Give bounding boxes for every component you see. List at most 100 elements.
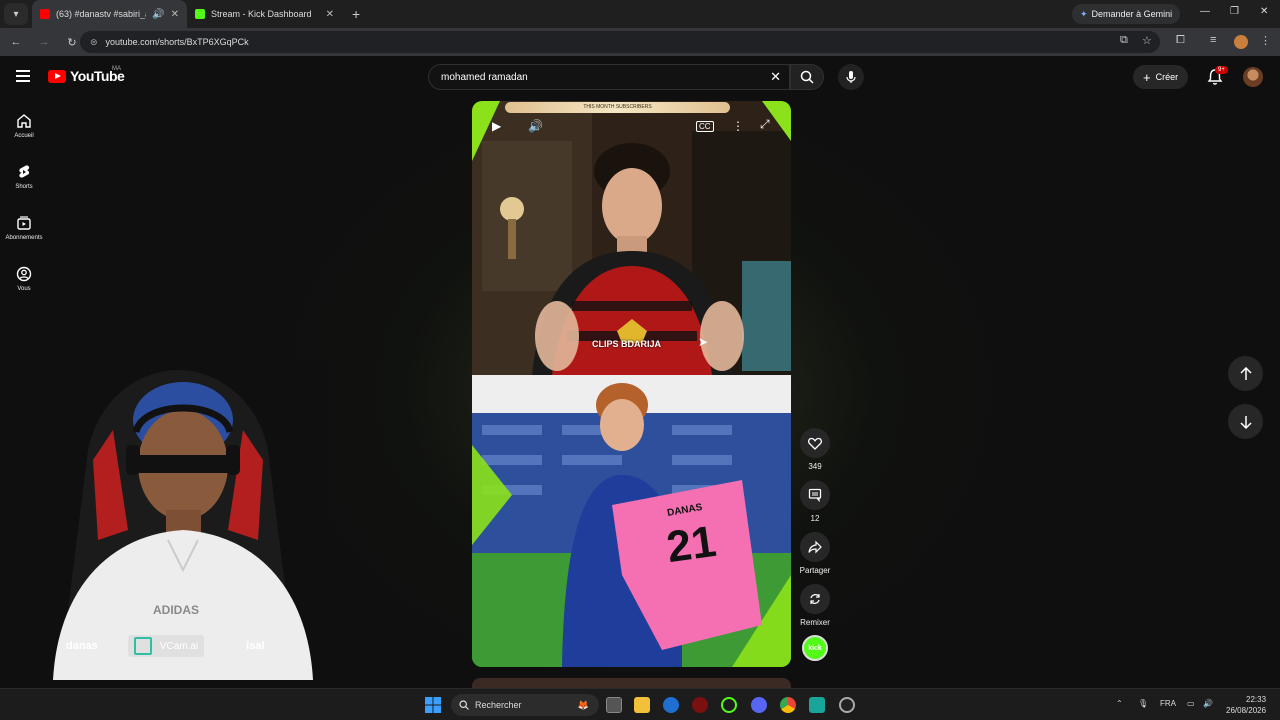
new-tab-icon[interactable]: + [352,6,360,22]
extensions-icon[interactable]: ⧠ [1176,34,1185,47]
back-icon[interactable]: ← [4,36,28,48]
windows-start-icon[interactable] [425,697,441,713]
system-clock[interactable]: 22:33 26/08/2026 [1226,694,1266,716]
account-avatar[interactable] [1243,67,1263,87]
tray-mic-icon[interactable]: 🎙 [1138,699,1148,708]
create-button[interactable]: + Créer [1133,65,1189,89]
bookmark-star-icon[interactable]: ☆ [1142,34,1152,47]
share-label: Partager [799,566,831,575]
volume-icon[interactable]: 🔊 [528,119,543,133]
notification-count-badge: 9+ [1215,66,1228,74]
guide-menu-icon[interactable] [16,70,30,85]
plus-icon: + [1143,69,1151,85]
profile-avatar-icon[interactable] [1234,35,1248,49]
arrow-down-icon [1239,415,1252,429]
previous-short-button[interactable] [1228,356,1263,391]
network-icon[interactable]: ▭ [1187,699,1195,708]
close-tab-icon[interactable]: ✕ [171,9,179,20]
taskbar-search[interactable]: Rechercher 🦊 [451,694,599,716]
sidebar-item-you[interactable]: Vous [0,253,48,304]
mini-guide: Accueil Shorts Abonnements Vous [0,100,48,304]
channel-badge-text: kick [808,644,822,652]
fullscreen-icon[interactable]: ⤢ [760,117,770,132]
webcam-shirt-text: ADIDAS [153,603,200,617]
remix-icon [810,594,820,604]
restore-icon[interactable]: ❐ [1230,6,1239,17]
search-input[interactable]: mohamed ramadan ✕ [428,64,790,90]
app-red-icon[interactable] [692,697,708,713]
youtube-favicon-icon [40,9,50,19]
overlay-right-text: isal [246,640,265,652]
clock-time: 22:33 [1246,695,1267,704]
youtube-play-icon [48,69,66,83]
input-language[interactable]: FRA [1160,699,1176,708]
tray-overflow-icon[interactable]: ⌃ [1116,699,1123,708]
remix-button[interactable]: Remixer [799,584,831,627]
like-button[interactable]: 349 [799,428,831,471]
reading-list-icon[interactable]: ≡ [1210,34,1216,46]
you-icon [16,266,32,281]
chrome-icon[interactable] [780,697,796,713]
short-video-player[interactable]: CLIPS BDARIJA ▶ 🔊 CC ⋮ ⤢ [472,101,791,375]
next-short-preview[interactable] [472,678,791,688]
file-explorer-icon[interactable] [634,697,650,713]
clear-search-icon[interactable]: ✕ [770,69,781,85]
close-tab-icon[interactable]: ✕ [326,9,334,20]
shorts-icon [19,164,30,178]
sidebar-item-home[interactable]: Accueil [0,100,48,151]
youtube-logo[interactable]: YouTube MA [48,66,125,84]
channel-avatar[interactable]: kick [802,635,828,661]
tab-youtube[interactable]: (63) #danastv #sabiri_ahme 🔊 ✕ [32,0,187,28]
tab-title: (63) #danastv #sabiri_ahme [56,9,146,19]
obs-icon[interactable] [839,697,855,713]
tray-speaker-icon[interactable]: 🔊 [1203,699,1213,708]
country-code: MA [112,66,121,72]
gemini-button[interactable]: ✦ Demander à Gemini [1072,4,1181,24]
voice-search-button[interactable] [838,64,864,90]
webcam-scene [18,360,330,680]
close-window-icon[interactable]: ✕ [1260,6,1268,17]
next-short-button[interactable] [1228,404,1263,439]
streamer-webcam: ADIDAS danas VCam.ai isal [18,360,330,680]
vcam-overlay: danas VCam.ai isal [62,634,312,658]
video-frame-top [472,101,791,375]
sidebar-item-label: Accueil [14,132,34,139]
discord-icon[interactable] [751,697,767,713]
more-options-icon[interactable]: ⋮ [732,119,744,133]
search-button[interactable] [790,64,824,90]
comment-count: 12 [810,514,820,523]
play-icon[interactable]: ▶ [492,119,501,133]
url-bar[interactable]: ⊜ youtube.com/shorts/BxTP6XGqPCk [80,31,1160,53]
captions-icon[interactable]: CC [696,121,714,132]
gemini-label: Demander à Gemini [1091,9,1173,19]
vcam-logo-icon [133,637,152,655]
home-icon [17,113,31,128]
remix-label: Remixer [800,618,830,627]
vcam-app-icon[interactable] [809,697,825,713]
speaker-icon[interactable]: 🔊 [152,9,164,20]
url-text: youtube.com/shorts/BxTP6XGqPCk [105,37,249,47]
short-video-frame-bottom: DANAS 21 [472,375,791,667]
tab-search-button[interactable]: ▾ [4,3,28,25]
outlook-icon[interactable] [663,697,679,713]
share-button[interactable]: Partager [799,532,831,575]
sidebar-item-shorts[interactable]: Shorts [0,151,48,202]
sidebar-item-label: Abonnements [5,234,43,241]
browser-menu-icon[interactable]: ⋮ [1260,34,1271,47]
forward-icon[interactable]: → [32,36,56,48]
task-view-icon[interactable] [606,697,622,713]
app-green-icon[interactable] [721,697,737,713]
site-info-icon[interactable]: ⊜ [90,37,98,48]
sidebar-item-subscriptions[interactable]: Abonnements [0,202,48,253]
vcam-logo-text: VCam.ai [159,640,199,652]
mouse-cursor-icon: ➤ [698,335,709,349]
comments-button[interactable]: 12 [799,480,831,523]
microphone-icon [846,71,856,83]
install-app-icon[interactable]: ⧉ [1120,34,1128,47]
arrow-up-icon [1239,366,1252,380]
tab-kick-dashboard[interactable]: Stream - Kick Dashboard ✕ [187,0,342,28]
search-highlight-icon: 🦊 [577,699,589,710]
sidebar-item-label: Shorts [15,183,33,190]
minimize-icon[interactable]: — [1200,6,1210,17]
share-icon [808,540,822,554]
